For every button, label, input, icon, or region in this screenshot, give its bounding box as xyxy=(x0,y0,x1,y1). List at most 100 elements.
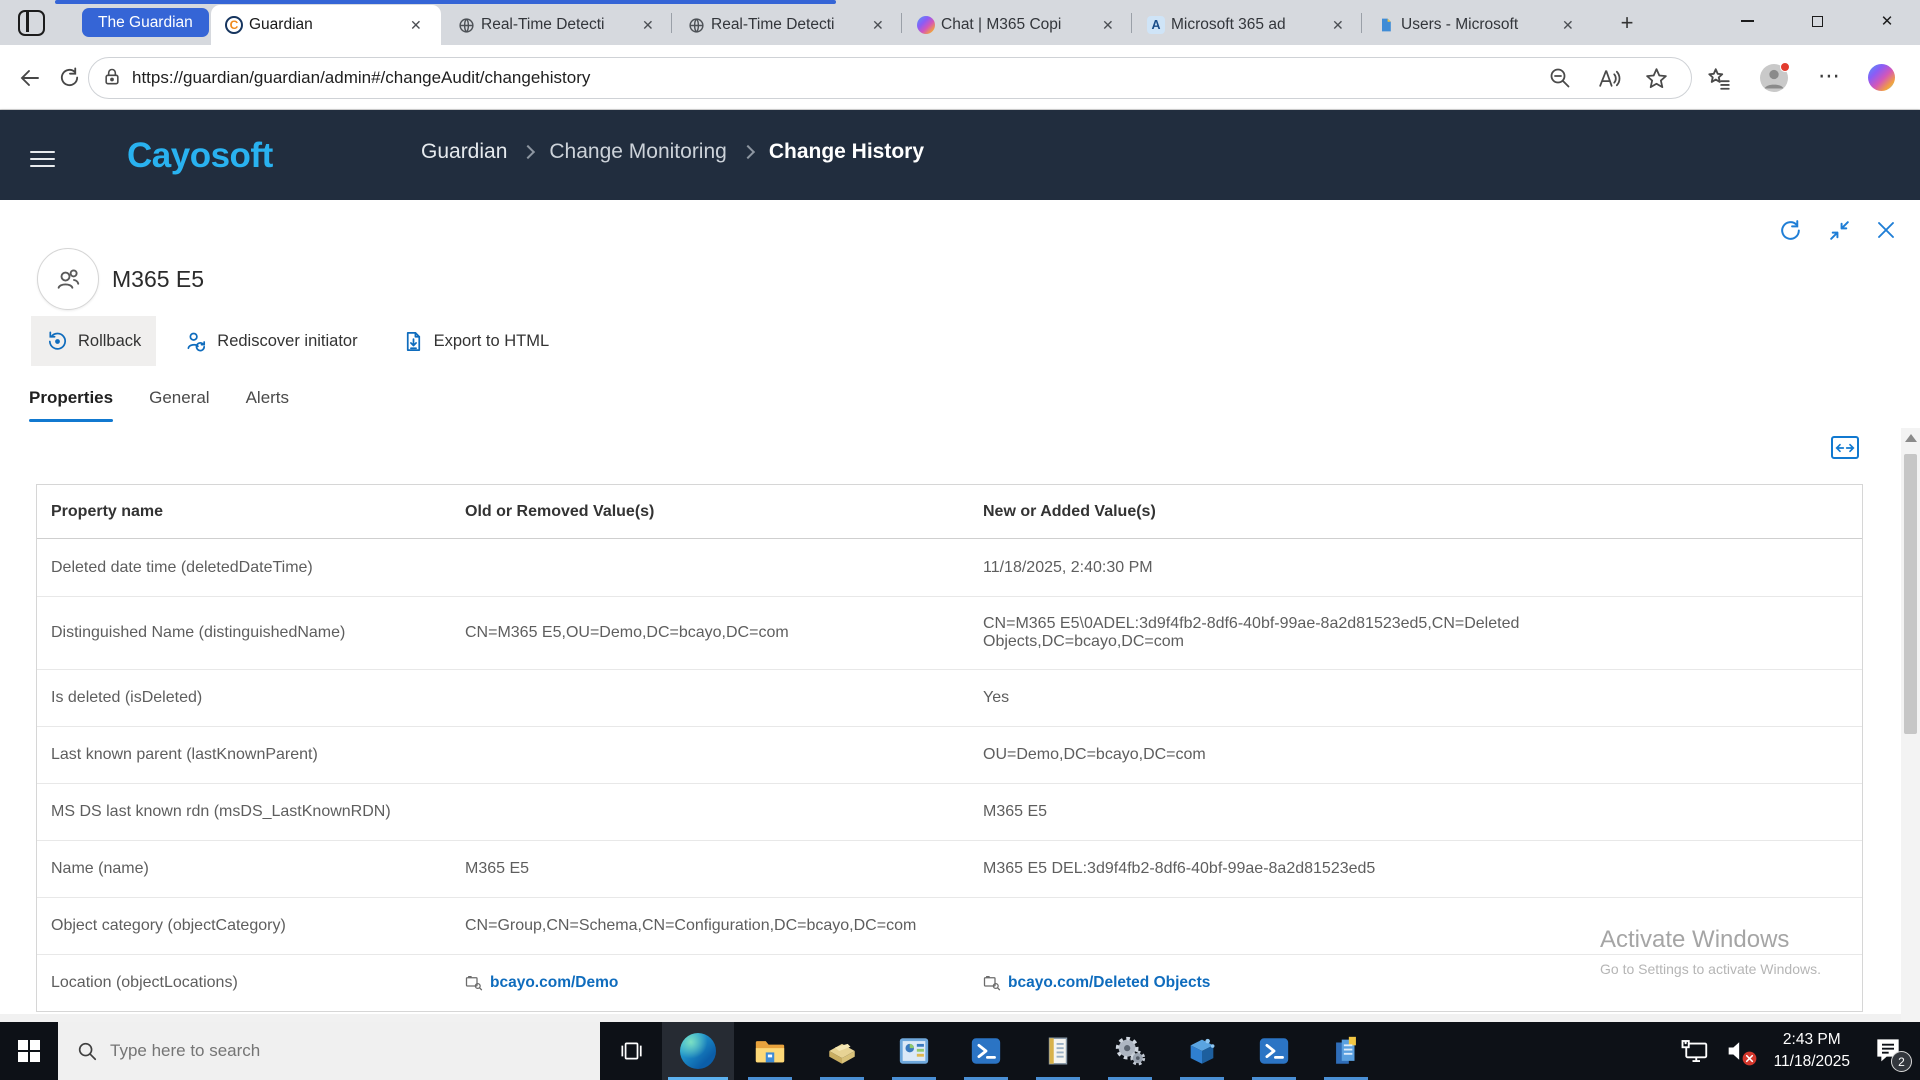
taskbar-edge-button[interactable] xyxy=(662,1022,734,1080)
window-maximize-button[interactable] xyxy=(1788,0,1846,42)
volume-muted-icon[interactable] xyxy=(1724,1037,1756,1066)
col-old-values: Old or Removed Value(s) xyxy=(465,502,655,520)
browser-menu-icon[interactable]: ⋯ xyxy=(1818,63,1841,89)
location-link-new[interactable]: bcayo.com/Deleted Objects xyxy=(983,974,1852,992)
windows-logo-icon xyxy=(18,1040,40,1062)
zoom-out-icon[interactable] xyxy=(1548,66,1572,90)
taskbar-print-migration-button[interactable] xyxy=(806,1022,878,1080)
yellow-box-icon xyxy=(829,1043,855,1064)
taskbar-file-explorer-button[interactable] xyxy=(734,1022,806,1080)
browser-address-bar: https://guardian/guardian/admin#/changeA… xyxy=(0,45,1920,110)
gears-icon xyxy=(1115,1036,1146,1066)
taskbar-settings-button[interactable] xyxy=(1094,1022,1166,1080)
browser-tab-strip: The Guardian C Guardian ✕ Real-Time Dete… xyxy=(0,0,1920,45)
favorites-list-icon[interactable] xyxy=(1706,66,1730,90)
browser-tab-realtime-2[interactable]: Real-Time Detecti ✕ xyxy=(673,5,899,45)
back-button[interactable] xyxy=(18,66,42,90)
panel-collapse-icon[interactable] xyxy=(1827,218,1853,244)
start-button[interactable] xyxy=(0,1022,58,1080)
scrollbar-up-arrow[interactable] xyxy=(1905,434,1917,442)
scrollbar[interactable] xyxy=(1901,428,1920,1022)
lock-icon[interactable] xyxy=(102,67,126,91)
search-icon xyxy=(78,1042,97,1061)
panel-close-icon[interactable] xyxy=(1874,218,1900,244)
rollback-icon xyxy=(48,331,66,350)
table-row: Last known parent (lastKnownParent) OU=D… xyxy=(37,726,1862,783)
network-icon[interactable] xyxy=(1680,1036,1710,1066)
table-row: MS DS last known rdn (msDS_LastKnownRDN)… xyxy=(37,783,1862,840)
windows-taskbar: 2:43 PM 11/18/2025 2 xyxy=(0,1022,1920,1080)
rediscover-icon xyxy=(187,332,206,351)
tab-close-icon[interactable]: ✕ xyxy=(867,15,889,36)
read-aloud-icon[interactable] xyxy=(1596,66,1621,90)
domain-search-icon xyxy=(465,975,483,991)
tab-close-icon[interactable]: ✕ xyxy=(1327,15,1349,36)
url-text[interactable]: https://guardian/guardian/admin#/changeA… xyxy=(132,68,590,88)
tab-alerts[interactable]: Alerts xyxy=(246,388,289,422)
scrollbar-thumb[interactable] xyxy=(1904,454,1917,734)
refresh-button[interactable] xyxy=(58,66,82,90)
tab-close-icon[interactable]: ✕ xyxy=(1557,15,1579,36)
notepad-icon xyxy=(1048,1037,1068,1065)
edge-icon xyxy=(680,1033,716,1069)
browser-tab-users[interactable]: Users - Microsoft ✕ xyxy=(1363,5,1589,45)
tab-title: Users - Microsoft xyxy=(1401,16,1519,33)
document-stack-icon xyxy=(1336,1036,1356,1064)
taskbar-powershell-2-button[interactable] xyxy=(1238,1022,1310,1080)
breadcrumb: Guardian Change Monitoring Change Histor… xyxy=(421,140,924,164)
tab-general[interactable]: General xyxy=(149,388,209,422)
m365-admin-icon: A xyxy=(1147,16,1165,34)
tab-close-icon[interactable]: ✕ xyxy=(1097,15,1119,36)
hamburger-menu-icon[interactable] xyxy=(30,151,55,168)
table-row: Deleted date time (deletedDateTime) 11/1… xyxy=(51,558,1153,576)
browser-tab-guardian[interactable]: C Guardian ✕ xyxy=(211,5,441,45)
taskbar-wordpad-button[interactable] xyxy=(1310,1022,1382,1080)
copilot-icon xyxy=(917,16,935,34)
rollback-button[interactable]: Rollback xyxy=(31,316,157,366)
document-icon xyxy=(1377,16,1395,34)
panel-tabs: Properties General Alerts xyxy=(29,388,289,422)
monitor-chart-icon xyxy=(899,1038,929,1064)
browser-tab-realtime-1[interactable]: Real-Time Detecti ✕ xyxy=(443,5,669,45)
system-tray: 2:43 PM 11/18/2025 2 xyxy=(1680,1022,1920,1080)
task-view-button[interactable] xyxy=(600,1022,662,1080)
window-close-button[interactable]: ✕ xyxy=(1858,0,1916,42)
cayosoft-logo[interactable]: Cayosoft xyxy=(127,136,273,176)
task-view-icon xyxy=(621,1042,642,1060)
tab-group-pill[interactable]: The Guardian xyxy=(82,8,209,37)
tab-close-icon[interactable]: ✕ xyxy=(637,15,659,36)
toolbar: Rollback Rediscover initiator Export to … xyxy=(31,316,564,366)
properties-table: Property name Old or Removed Value(s) Ne… xyxy=(36,484,1863,1012)
taskbar-ad-tool-button[interactable] xyxy=(1166,1022,1238,1080)
window-minimize-button[interactable] xyxy=(1718,0,1776,42)
taskbar-search[interactable] xyxy=(58,1022,600,1080)
rediscover-initiator-button[interactable]: Rediscover initiator xyxy=(170,316,372,366)
browser-tab-m365-admin[interactable]: A Microsoft 365 ad ✕ xyxy=(1133,5,1359,45)
breadcrumb-change-monitoring[interactable]: Change Monitoring xyxy=(549,140,726,164)
tab-close-icon[interactable]: ✕ xyxy=(405,15,427,36)
new-tab-button[interactable]: + xyxy=(1612,8,1642,38)
action-center-button[interactable]: 2 xyxy=(1872,1034,1912,1072)
taskbar-clock[interactable]: 2:43 PM 11/18/2025 xyxy=(1766,1029,1858,1074)
taskbar-management-console-button[interactable] xyxy=(878,1022,950,1080)
tab-properties[interactable]: Properties xyxy=(29,388,114,422)
export-html-button[interactable]: Export to HTML xyxy=(387,316,565,366)
fit-columns-icon[interactable] xyxy=(1831,436,1859,459)
copilot-button[interactable] xyxy=(1868,64,1895,91)
taskbar-notepad-button[interactable] xyxy=(1022,1022,1094,1080)
chevron-right-icon xyxy=(740,144,755,160)
browser-tab-copilot-chat[interactable]: Chat | M365 Copi ✕ xyxy=(903,5,1129,45)
location-link-old[interactable]: bcayo.com/Demo xyxy=(465,974,959,992)
favorites-star-icon[interactable] xyxy=(1644,66,1668,90)
table-row: Is deleted (isDeleted) Yes xyxy=(37,669,1862,726)
taskbar-powershell-button[interactable] xyxy=(950,1022,1022,1080)
breadcrumb-guardian[interactable]: Guardian xyxy=(421,140,507,164)
tab-title: Real-Time Detecti xyxy=(711,16,835,33)
export-icon xyxy=(406,331,420,351)
blue-cube-icon xyxy=(1190,1038,1215,1064)
tab-actions-icon[interactable] xyxy=(18,10,45,36)
search-input[interactable] xyxy=(110,1041,490,1061)
panel-refresh-icon[interactable] xyxy=(1778,218,1804,244)
profile-avatar[interactable] xyxy=(1760,62,1790,92)
table-row: Name (name) M365 E5 M365 E5 DEL:3d9f4fb2… xyxy=(37,840,1862,897)
